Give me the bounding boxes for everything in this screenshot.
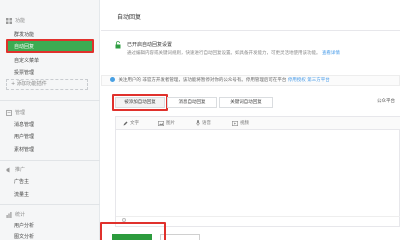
sidebar-item-users[interactable]: 用户管理 — [14, 133, 34, 140]
highlight-auto-reply — [6, 39, 94, 53]
stop-authorize-link[interactable]: 停用授权 第三方平台 — [288, 78, 330, 83]
video-icon — [232, 120, 238, 126]
delete-button[interactable] — [160, 234, 200, 240]
toolbar-voice-label: 语音 — [202, 121, 211, 126]
main-content: 自动回复 已开启自动回复设置 通过编辑内容或关键词规则，快速进行自动回复设置。如… — [101, 0, 400, 240]
switch-description: 通过编辑内容或关键词规则，快速进行自动回复设置。如具备开发能力，可更灵活地使用该… — [127, 50, 340, 56]
section-function-header: 功能 — [6, 17, 25, 24]
sidebar-item-materials[interactable]: 素材管理 — [14, 146, 34, 153]
info-bar: 关注用户的 非官方开发者管理，该功能将暂停对你的公众号有。停用管理后可在平台 停… — [101, 75, 400, 86]
toolbar-video-button[interactable]: 视频 — [232, 120, 249, 126]
section-promote-label: 推广 — [15, 167, 26, 173]
pencil-icon — [123, 121, 128, 125]
switch-status-title: 已开启自动回复设置 — [127, 42, 173, 48]
divider — [0, 100, 100, 101]
toolbar-voice-button[interactable]: 语音 — [196, 120, 211, 126]
section-manage-header: 管理 — [6, 109, 25, 116]
image-icon — [158, 120, 164, 126]
sidebar-item-user-analysis[interactable]: 用户分析 — [14, 222, 34, 229]
sidebar-item-custom-menu[interactable]: 自定义菜单 — [14, 57, 39, 64]
toolbar-image-label: 图片 — [166, 121, 175, 126]
add-plugin-button[interactable]: + 添加功能插件 — [6, 79, 88, 90]
tab-keyword-reply[interactable]: 关键词自动回复 — [219, 97, 273, 108]
manage-icon — [6, 109, 12, 116]
section-promote-header: 推广 — [6, 166, 25, 173]
toolbar-video-label: 视频 — [240, 121, 249, 126]
section-function-label: 功能 — [15, 18, 26, 24]
sidebar-item-advertiser[interactable]: 广告主 — [14, 178, 29, 185]
platform-label: 公众平台 — [377, 99, 395, 104]
highlight-save-button — [100, 222, 166, 240]
editor-toolbar: 文字 图片 语音 视频 — [116, 117, 400, 130]
sidebar: 功能 群发功能 自动回复 自定义菜单 投票管理 + 添加功能插件 管理 消息管理… — [0, 0, 100, 240]
tab-message-reply[interactable]: 消息自动回复 — [167, 97, 217, 108]
sidebar-item-mass-send[interactable]: 群发功能 — [14, 31, 34, 38]
sidebar-item-messages[interactable]: 消息管理 — [14, 121, 34, 128]
stats-icon — [6, 211, 12, 218]
divider — [101, 30, 400, 31]
section-manage-label: 管理 — [15, 110, 26, 116]
highlight-tab-added-reply — [112, 94, 168, 111]
section-stats-label: 统计 — [15, 212, 26, 218]
sidebar-item-article-analysis[interactable]: 图文分析 — [14, 233, 34, 240]
divider — [0, 160, 100, 161]
info-icon — [110, 77, 115, 82]
sidebar-item-publisher[interactable]: 流量主 — [14, 191, 29, 198]
toolbar-text-label: 文字 — [130, 121, 139, 126]
section-stats-header: 统计 — [6, 211, 25, 218]
details-link[interactable]: 查看详情 — [322, 51, 340, 56]
lock-icon — [115, 41, 121, 49]
toolbar-image-button[interactable]: 图片 — [158, 120, 175, 126]
page-title: 自动回复 — [117, 14, 142, 21]
sidebar-item-vote[interactable]: 投票管理 — [14, 69, 34, 76]
divider — [0, 204, 100, 205]
switch-description-text: 通过编辑内容或关键词规则，快速进行自动回复设置。如具备开发能力，可更灵活地使用该… — [127, 51, 321, 56]
toolbar-text-button[interactable]: 文字 — [123, 120, 139, 126]
microphone-icon — [196, 120, 200, 126]
reply-editor[interactable]: 文字 图片 语音 视频 — [115, 116, 400, 227]
grid-icon — [6, 17, 12, 24]
info-text: 关注用户的 非官方开发者管理，该功能将暂停对你的公众号有。停用管理后可在平台 — [118, 78, 287, 83]
promote-icon — [6, 167, 10, 172]
